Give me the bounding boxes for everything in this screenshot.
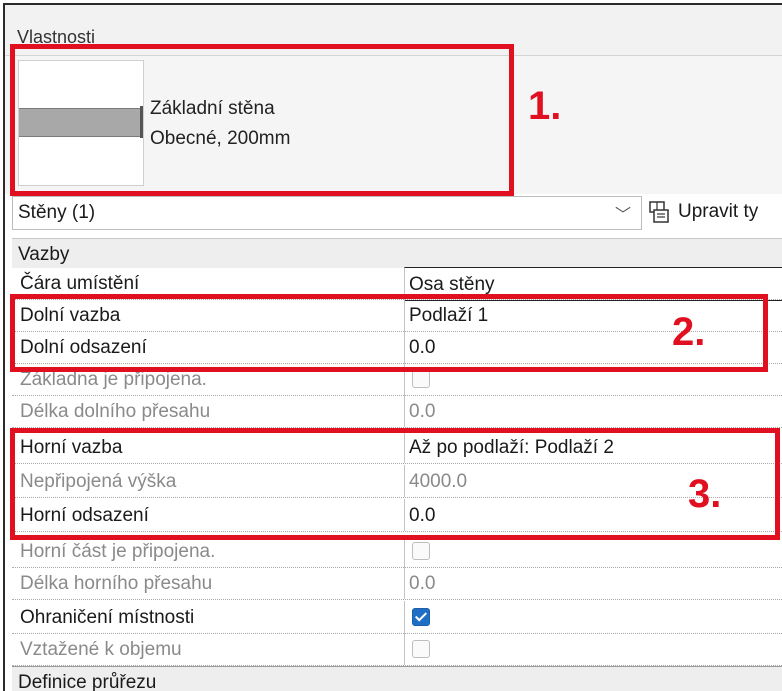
chevron-down-icon[interactable]: ﹀ xyxy=(615,201,631,225)
property-name: Ohraničení místnosti xyxy=(20,607,195,628)
section-cross-section[interactable]: Definice průřezu xyxy=(12,666,782,691)
annotation-label-2: 2. xyxy=(672,310,706,354)
property-name: Základna je připojena. xyxy=(20,369,207,390)
property-name: Čára umístění xyxy=(20,273,140,294)
property-row-room-bounding[interactable]: Ohraničení místnosti xyxy=(12,601,782,634)
annotation-label-1: 1. xyxy=(528,84,562,128)
top-attached-checkbox xyxy=(412,542,430,560)
property-row-related-to-mass: Vztažené k objemu xyxy=(12,633,782,666)
edit-type-button[interactable]: Upravit ty xyxy=(648,196,782,228)
highlight-box-type xyxy=(10,44,514,196)
edit-type-label: Upravit ty xyxy=(678,201,759,222)
section-cross-section-label: Definice průřezu xyxy=(18,672,157,691)
property-value: 0.0 xyxy=(409,401,436,422)
property-value-cell xyxy=(404,601,782,633)
property-name: Horní část je připojena. xyxy=(20,541,216,562)
highlight-box-top xyxy=(10,428,780,540)
property-value: Osa stěny xyxy=(409,274,495,295)
section-constraints[interactable]: Vazby xyxy=(12,238,782,268)
property-value: 0.0 xyxy=(409,573,436,594)
instance-filter-dropdown[interactable]: Stěny (1) ﹀ xyxy=(12,196,642,230)
properties-palette: Vlastnosti Základní stěna Obecné, 200mm … xyxy=(0,0,782,691)
property-row-top-extension: Délka horního přesahu 0.0 xyxy=(12,567,782,600)
property-name: Vztažené k objemu xyxy=(20,639,182,660)
base-attached-checkbox xyxy=(412,370,430,388)
property-row-base-extension: Délka dolního přesahu 0.0 xyxy=(12,395,782,428)
annotation-label-3: 3. xyxy=(688,472,722,516)
instance-filter-value: Stěny (1) xyxy=(18,202,96,223)
room-bounding-checkbox[interactable] xyxy=(412,608,430,626)
property-name: Délka dolního přesahu xyxy=(20,401,211,422)
property-name: Délka horního přesahu xyxy=(20,573,213,594)
property-value-cell: 0.0 xyxy=(404,395,782,427)
edit-type-icon xyxy=(649,201,669,223)
highlight-box-base xyxy=(10,294,768,372)
related-to-mass-checkbox xyxy=(412,640,430,658)
section-constraints-label: Vazby xyxy=(18,244,70,265)
property-value-cell xyxy=(404,633,782,665)
property-value-cell: 0.0 xyxy=(404,567,782,599)
